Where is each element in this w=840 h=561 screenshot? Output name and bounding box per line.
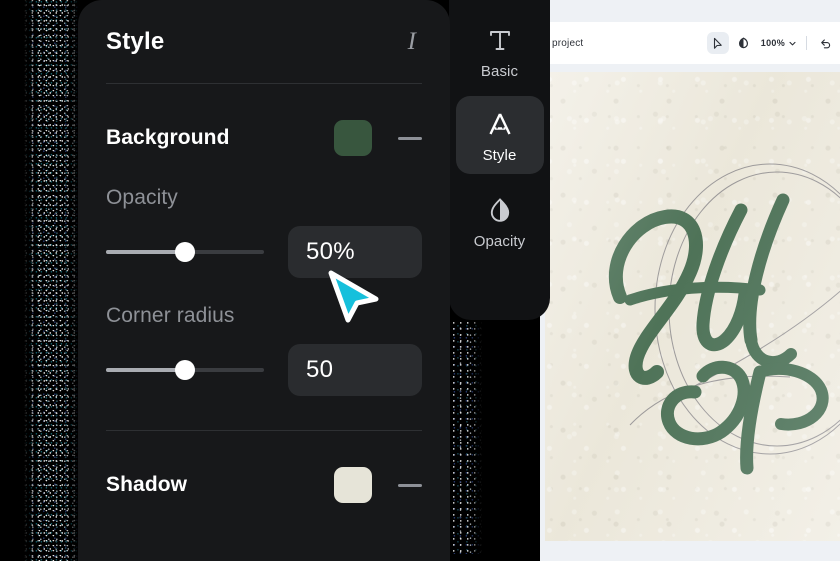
corner-radius-slider[interactable]: [106, 360, 264, 380]
tab-basic[interactable]: Basic: [456, 12, 544, 90]
tab-basic-label: Basic: [480, 63, 519, 80]
header-divider: [106, 83, 422, 84]
opacity-slider-thumb[interactable]: [175, 242, 195, 262]
shadow-label: Shadow: [106, 473, 188, 496]
italic-icon[interactable]: I: [408, 28, 422, 56]
tab-style[interactable]: Style: [455, 96, 544, 174]
opacity-group: Opacity 50%: [106, 186, 422, 278]
shadow-color-swatch[interactable]: [334, 467, 372, 503]
droplet-icon: [486, 194, 514, 226]
pointer-tool-button[interactable]: [706, 32, 729, 54]
sketch-guides: [629, 163, 840, 455]
style-panel: Style I Background Opacity 50% Corner ra…: [78, 0, 450, 561]
corner-radius-slider-fill: [106, 368, 185, 372]
project-title: project: [552, 37, 584, 49]
pointer-tool-icon: [714, 37, 723, 49]
editor-toolbar: project 100%: [540, 22, 840, 64]
shadow-row: Shadow: [106, 467, 422, 503]
tab-style-label: Style: [482, 147, 517, 164]
panel-title: Style: [106, 28, 165, 55]
corner-radius-label: Corner radius: [106, 304, 235, 327]
zoom-control[interactable]: 100%: [759, 38, 799, 48]
edge-noise-right: [452, 322, 482, 554]
chevron-down-icon: [789, 41, 796, 45]
corner-radius-group: Corner radius 50: [106, 304, 422, 396]
tab-rail: Basic Style Opacity: [449, 0, 550, 320]
opacity-slider-fill: [106, 250, 185, 254]
opacity-label: Opacity: [106, 186, 178, 209]
script-letters: [608, 193, 829, 475]
shadow-controls: [334, 467, 422, 503]
corner-radius-slider-thumb[interactable]: [175, 360, 195, 380]
zoom-level-label: 100%: [760, 38, 785, 48]
toolbar-divider: [806, 36, 807, 50]
tab-opacity-label: Opacity: [473, 233, 526, 250]
background-row: Background: [106, 120, 422, 156]
background-controls: [334, 120, 422, 156]
corner-radius-value-input[interactable]: 50: [288, 344, 422, 396]
opacity-slider[interactable]: [106, 242, 264, 262]
letter-A-icon: [485, 108, 515, 140]
edge-noise-left: [24, 0, 80, 561]
text-T-icon: [485, 24, 515, 56]
shadow-remove-button[interactable]: [398, 483, 422, 487]
tab-opacity[interactable]: Opacity: [456, 182, 544, 260]
style-panel-header: Style I: [106, 0, 422, 56]
canvas-gap: [540, 64, 840, 72]
hand-tool-icon: [739, 37, 749, 48]
undo-icon: [820, 38, 830, 48]
canvas-paper[interactable]: [545, 72, 840, 541]
opacity-control-row: 50%: [106, 226, 422, 278]
app-root: project 100% Basic Style Opacity Style I…: [0, 0, 840, 561]
opacity-value-input[interactable]: 50%: [288, 226, 422, 278]
background-color-swatch[interactable]: [334, 120, 372, 156]
editor-window: project 100%: [540, 0, 840, 561]
corner-radius-control-row: 50: [106, 344, 422, 396]
toolbar-actions: 100%: [706, 32, 840, 54]
green-script-monogram-artwork: [608, 163, 840, 475]
hand-tool-button[interactable]: [733, 32, 755, 54]
shadow-divider: [106, 430, 422, 431]
undo-button[interactable]: [814, 32, 836, 54]
background-remove-button[interactable]: [398, 136, 422, 140]
background-label: Background: [106, 126, 230, 149]
